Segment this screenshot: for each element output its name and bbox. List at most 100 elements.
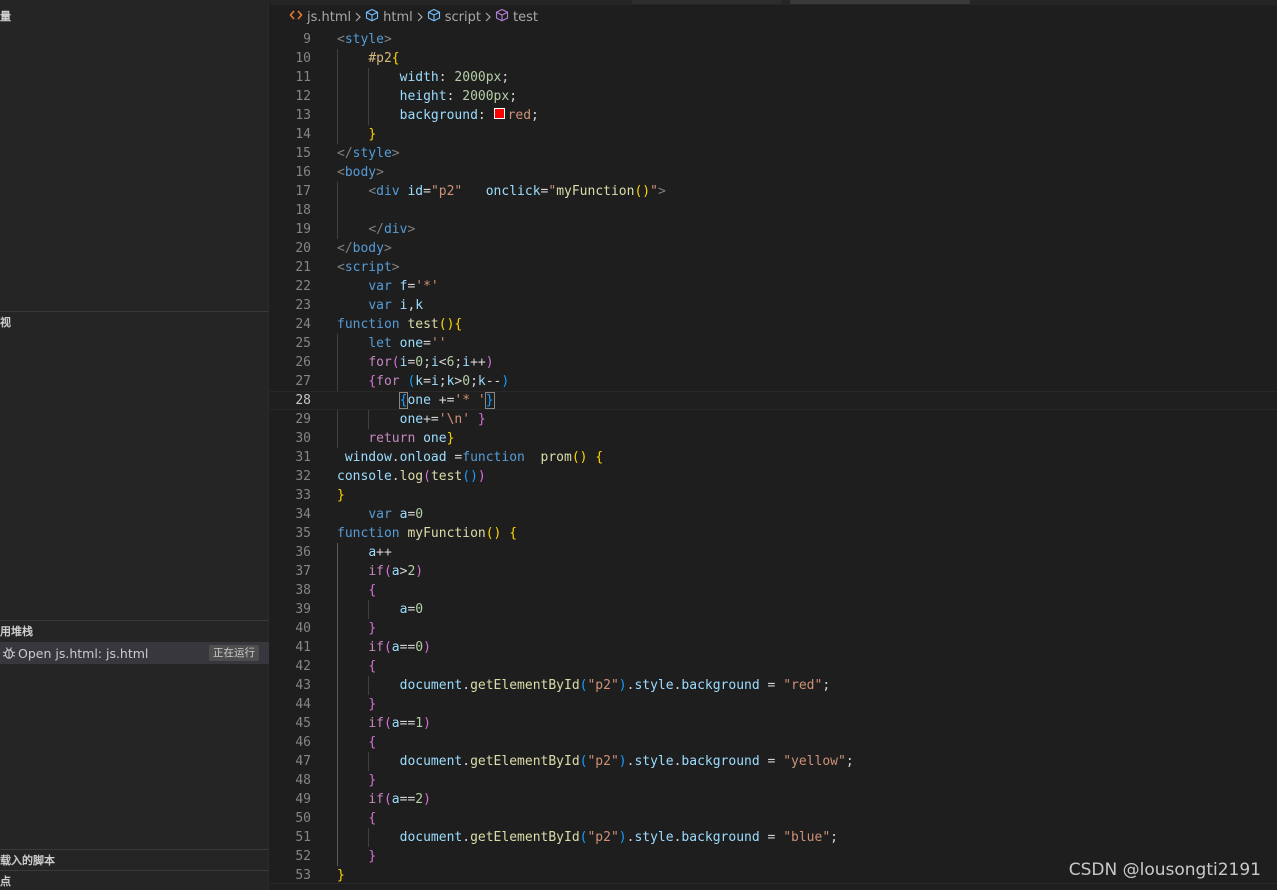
code-line[interactable]: 20 </body> (270, 239, 1277, 258)
breadcrumb-item-html[interactable]: html (365, 8, 413, 26)
section-header-breakpoints[interactable]: 点 (0, 874, 11, 890)
code-token: } (337, 868, 345, 883)
breadcrumb-item-test[interactable]: test (495, 8, 538, 26)
code-token: . (391, 469, 400, 484)
line-text: height: 2000px; (337, 87, 517, 106)
code-line[interactable]: 26 for(i=0;i<6;i++) (270, 353, 1277, 372)
section-header-watch[interactable]: 视 (0, 315, 11, 331)
section-header-variables[interactable]: 量 (0, 9, 11, 25)
line-text: <script> (337, 258, 400, 277)
code-line[interactable]: 32 console.log(test()) (270, 467, 1277, 486)
code-line[interactable]: 39 a=0 (270, 600, 1277, 619)
code-line[interactable]: 25 let one='' (270, 334, 1277, 353)
code-line[interactable]: 33} (270, 486, 1277, 505)
code-token: i (462, 355, 471, 370)
code-token: . (391, 450, 400, 465)
code-line[interactable]: 38 { (270, 581, 1277, 600)
code-line[interactable]: 22 var f='*' (270, 277, 1277, 296)
editor-tab[interactable] (632, 0, 782, 4)
code-line[interactable]: 24 function test(){ (270, 315, 1277, 334)
code-line[interactable]: 27 {for (k=i;k>0;k--) (270, 372, 1277, 391)
code-line[interactable]: 28 {one +='* '} (270, 391, 1277, 410)
code-line[interactable]: 16 <body> (270, 163, 1277, 182)
code-line[interactable]: 42 { (270, 657, 1277, 676)
code-line[interactable]: 49 if(a==2) (270, 790, 1277, 809)
code-token: > (407, 222, 416, 237)
code-line[interactable]: 21 <script> (270, 258, 1277, 277)
code-line[interactable]: 13 background: red; (270, 106, 1277, 125)
editor-tab[interactable] (790, 0, 970, 4)
code-token: document (399, 754, 463, 769)
code-token: } (368, 697, 377, 712)
code-token: ) (618, 754, 627, 769)
code-line[interactable]: 30 return one} (270, 429, 1277, 448)
code-line[interactable]: 9 <style> (270, 30, 1277, 49)
code-line[interactable]: 35 function myFunction() { (270, 524, 1277, 543)
code-line[interactable]: 36 a++ (270, 543, 1277, 562)
code-line[interactable]: 17 <div id="p2" onclick="myFunction()"> (270, 182, 1277, 201)
breadcrumb: js.html html script test (270, 6, 1277, 28)
code-token: console (337, 469, 392, 484)
code-line[interactable]: 10 #p2{ (270, 49, 1277, 68)
debug-sidebar: 量 视 用堆栈 Open js.html: js.html 正在运行 载入的脚本… (0, 0, 269, 890)
line-number: 12 (295, 89, 311, 104)
code-token: = (446, 450, 463, 465)
code-editor[interactable]: js.html html script test 9 <style> 10 #p2{… (270, 0, 1277, 890)
line-number: 35 (295, 526, 311, 541)
callstack-item[interactable]: Open js.html: js.html 正在运行 (0, 642, 269, 664)
code-line[interactable]: 51 document.getElementById("p2").style.b… (270, 828, 1277, 847)
line-text: </body> (337, 239, 392, 258)
code-line[interactable]: 37 if(a>2) (270, 562, 1277, 581)
code-token: ) (618, 678, 627, 693)
breadcrumb-item-script[interactable]: script (427, 8, 481, 26)
code-token: < (438, 355, 447, 370)
code-token: . (462, 754, 471, 769)
code-token: '* ' (454, 393, 486, 408)
line-number: 33 (295, 488, 311, 503)
horizontal-scrollbar[interactable] (270, 883, 1277, 890)
code-line[interactable]: 41 if(a==0) (270, 638, 1277, 657)
code-line[interactable]: 19 </div> (270, 220, 1277, 239)
section-header-loaded-scripts[interactable]: 载入的脚本 (0, 853, 55, 869)
code-token: one (407, 393, 431, 408)
code-line[interactable]: 11 width: 2000px; (270, 68, 1277, 87)
code-token: "blue" (783, 830, 831, 845)
color-swatch[interactable] (493, 108, 505, 119)
code-line[interactable]: 45 if(a==1) (270, 714, 1277, 733)
code-line[interactable]: 48 } (270, 771, 1277, 790)
code-line[interactable]: 29 one+='\n' } (270, 410, 1277, 429)
code-token: . (462, 678, 471, 693)
line-text: if(a==0) (337, 638, 431, 657)
code-line[interactable]: 23 var i,k (270, 296, 1277, 315)
code-token: var (368, 279, 392, 294)
code-line[interactable]: 34 var a=0 (270, 505, 1277, 524)
code-line[interactable]: 15 </style> (270, 144, 1277, 163)
code-line[interactable]: 12 height: 2000px; (270, 87, 1277, 106)
code-token: width (399, 70, 439, 85)
code-token: () (462, 469, 478, 484)
code-token: if (368, 716, 384, 731)
code-line[interactable]: 31 window.onload =function prom() { (270, 448, 1277, 467)
code-token: i (430, 355, 439, 370)
line-text: function test(){ (337, 315, 462, 334)
code-token: a (391, 792, 400, 807)
code-token: 2 (415, 792, 424, 807)
code-line[interactable]: 14 } (270, 125, 1277, 144)
code-line[interactable]: 40 } (270, 619, 1277, 638)
code-token: ) (501, 374, 510, 389)
code-area[interactable]: 9 <style> 10 #p2{11 width: 2000px; 12 heigh… (270, 30, 1277, 888)
code-line[interactable]: 46 { (270, 733, 1277, 752)
code-line[interactable]: 47 document.getElementById("p2").style.b… (270, 752, 1277, 771)
breadcrumb-item-file[interactable]: js.html (289, 9, 351, 25)
code-line[interactable]: 44 } (270, 695, 1277, 714)
section-header-callstack[interactable]: 用堆栈 (0, 624, 33, 640)
code-line[interactable]: 50 { (270, 809, 1277, 828)
code-token: 0 (462, 374, 471, 389)
code-line[interactable]: 18 (270, 201, 1277, 220)
code-line[interactable]: 43 document.getElementById("p2").style.b… (270, 676, 1277, 695)
